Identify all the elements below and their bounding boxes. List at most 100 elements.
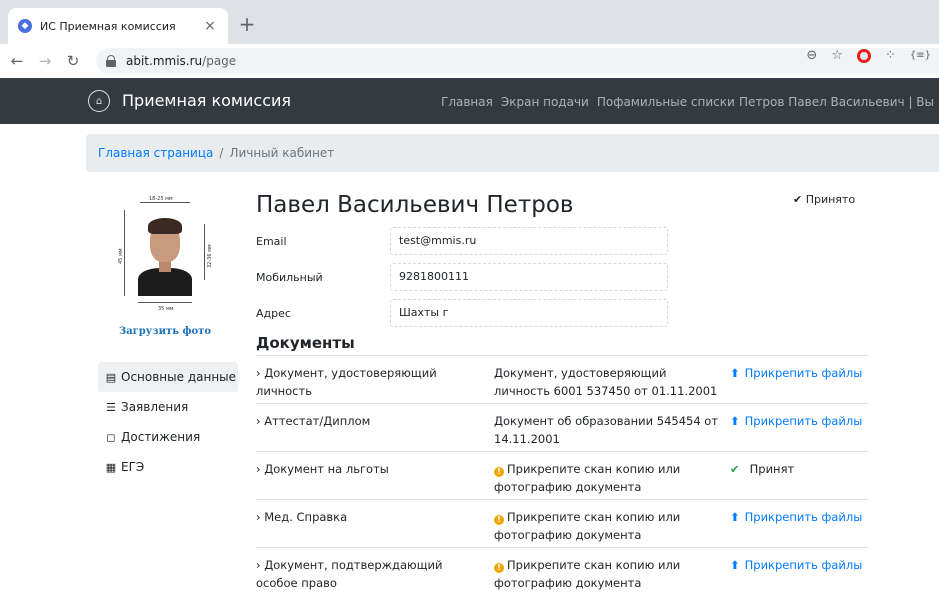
document-name[interactable]: › Документ на льготы: [256, 460, 486, 478]
bookmark-star-icon[interactable]: ☆: [831, 48, 843, 63]
dim-line-top: [140, 202, 190, 203]
university-logo-icon[interactable]: ⌂: [88, 90, 110, 112]
dim-label-right: 32-36 мм: [207, 244, 213, 268]
upload-photo-link[interactable]: Загрузить фото: [116, 326, 214, 337]
extension-icon[interactable]: {≡}: [910, 50, 931, 61]
document-info-warning: ! Прикрепите скан копию или фотографию до…: [494, 556, 724, 592]
document-name[interactable]: › Документ, удостоверяющий личность: [256, 364, 486, 400]
document-row: › Документ, подтверждающий особое право …: [256, 547, 868, 593]
nav-link-home[interactable]: Главная: [441, 95, 493, 109]
forward-arrow-icon[interactable]: →: [34, 52, 56, 70]
dim-label-bottom: 35 мм: [158, 306, 174, 312]
breadcrumb-separator: /: [219, 146, 224, 160]
document-info: Прикрепите скан копию или фотографию док…: [494, 510, 681, 542]
attach-files-link[interactable]: ⬆ Прикрепить файлы: [730, 508, 870, 526]
photo-hair: [148, 218, 182, 234]
warning-icon: !: [494, 563, 504, 573]
email-field[interactable]: test@mmis.ru: [390, 227, 668, 255]
document-name[interactable]: › Документ, подтверждающий особое право: [256, 556, 486, 592]
side-menu: ▤ Основные данные ☰ Заявления ◻ Достижен…: [98, 362, 238, 482]
sidebar-item-achievements[interactable]: ◻ Достижения: [98, 422, 238, 452]
document-row: › Документ, удостоверяющий личность Доку…: [256, 355, 868, 403]
upload-icon: ⬆: [730, 558, 740, 572]
photo-template[interactable]: 18-25 мм 45 мм 32-36 мм 35 мм: [116, 196, 214, 318]
document-info: Документ, удостоверяющий личность 6001 5…: [494, 366, 718, 398]
zoom-icon[interactable]: ⊖: [806, 48, 817, 63]
navbar-links: Главная Экран подачи Пофамильные списки: [441, 95, 735, 109]
back-arrow-icon[interactable]: ←: [6, 52, 28, 70]
tab-close-icon[interactable]: ×: [202, 18, 218, 34]
document-info: Прикрепите скан копию или фотографию док…: [494, 462, 681, 494]
lock-icon: [106, 55, 116, 67]
address-label: Адрес: [256, 307, 291, 320]
sidebar-item-label: Заявления: [121, 400, 189, 414]
navbar: ⌂ Приемная комиссия Главная Экран подачи…: [0, 78, 939, 124]
dim-line-left: [124, 210, 125, 296]
sidebar-item-label: Достижения: [121, 430, 201, 444]
dim-line-bottom: [138, 302, 192, 303]
address-field[interactable]: Шахты г: [390, 299, 668, 327]
document-row: › Аттестат/Диплом Документ об образовани…: [256, 403, 868, 451]
upload-icon: ⬆: [730, 366, 740, 380]
profile-name: Павел Васильевич Петров: [256, 192, 574, 218]
upload-icon: ⬆: [730, 414, 740, 428]
sidebar-item-main-data[interactable]: ▤ Основные данные: [98, 362, 238, 392]
document-name[interactable]: › Мед. Справка: [256, 508, 486, 526]
keyboard-icon: ▦: [105, 460, 117, 474]
toolbar-icons: ⊖ ☆ ⁘ {≡}: [806, 48, 931, 63]
attach-files-link[interactable]: ⬆ Прикрепить файлы: [730, 556, 870, 574]
check-icon: ✔: [730, 462, 740, 476]
photo-shoulders: [138, 268, 192, 296]
phone-label: Мобильный: [256, 271, 323, 284]
warning-icon: !: [494, 515, 504, 525]
sidebar-item-label: Основные данные: [121, 370, 237, 384]
tab-title: ИС Приемная комиссия: [40, 19, 176, 33]
browser-tabstrip: ◆ ИС Приемная комиссия × +: [0, 0, 939, 44]
url-host: abit.mmis.ru: [126, 54, 203, 68]
dim-line-right: [204, 224, 205, 280]
upload-icon: ⬆: [730, 510, 740, 524]
paw-extension-icon[interactable]: ⁘: [885, 48, 896, 63]
status-badge: ✔ Принято: [793, 193, 856, 206]
sidebar-item-ege[interactable]: ▦ ЕГЭ: [98, 452, 238, 482]
url-text[interactable]: abit.mmis.ru/page: [126, 54, 236, 68]
bookmark-icon: ◻: [106, 430, 116, 444]
attach-files-link[interactable]: ⬆ Прикрепить файлы: [730, 364, 870, 382]
attach-files-label: Прикрепить файлы: [744, 558, 863, 572]
attach-files-label: Прикрепить файлы: [744, 366, 863, 380]
nav-user[interactable]: Петров Павел Васильевич | Вы: [739, 95, 934, 109]
list-icon: ☰: [106, 400, 116, 414]
sidebar-item-applications[interactable]: ☰ Заявления: [98, 392, 238, 422]
browser-toolbar: ← → ↻ abit.mmis.ru/page ⊖ ☆ ⁘ {≡}: [0, 44, 939, 78]
new-tab-button[interactable]: +: [236, 14, 258, 36]
document-info-warning: ! Прикрепите скан копию или фотографию до…: [494, 508, 724, 544]
email-label: Email: [256, 235, 287, 248]
tab-favicon-icon: ◆: [18, 19, 32, 33]
dim-label-left: 45 мм: [118, 248, 124, 265]
sidebar-item-label: ЕГЭ: [121, 460, 145, 474]
attach-files-label: Прикрепить файлы: [744, 414, 863, 428]
url-path: /page: [202, 54, 237, 68]
reload-icon[interactable]: ↻: [62, 52, 84, 70]
document-info: Документ об образовании 545454 от 14.11.…: [494, 414, 719, 446]
document-name[interactable]: › Аттестат/Диплом: [256, 412, 486, 430]
warning-icon: !: [494, 467, 504, 477]
id-card-icon: ▤: [105, 370, 117, 384]
accepted-label: Принят: [749, 462, 795, 476]
document-info: Прикрепите скан копию или фотографию док…: [494, 558, 681, 590]
accepted-status: ✔ Принят: [730, 460, 870, 478]
breadcrumb-current: Личный кабинет: [229, 146, 335, 160]
nav-link-lists[interactable]: Пофамильные списки: [597, 95, 735, 109]
nav-link-submission[interactable]: Экран подачи: [501, 95, 589, 109]
attach-files-label: Прикрепить файлы: [744, 510, 863, 524]
document-row: › Документ на льготы ! Прикрепите скан ко…: [256, 451, 868, 499]
breadcrumb: Главная страница / Личный кабинет: [86, 134, 939, 172]
browser-tab[interactable]: ◆ ИС Приемная комиссия ×: [8, 8, 228, 44]
navbar-brand[interactable]: Приемная комиссия: [122, 91, 291, 110]
breadcrumb-home[interactable]: Главная страница: [98, 146, 213, 160]
dim-label-top: 18-25 мм: [149, 196, 173, 202]
opera-extension-icon[interactable]: [856, 48, 871, 63]
documents-title: Документы: [256, 334, 355, 352]
attach-files-link[interactable]: ⬆ Прикрепить файлы: [730, 412, 870, 430]
phone-field[interactable]: 9281800111: [390, 263, 668, 291]
